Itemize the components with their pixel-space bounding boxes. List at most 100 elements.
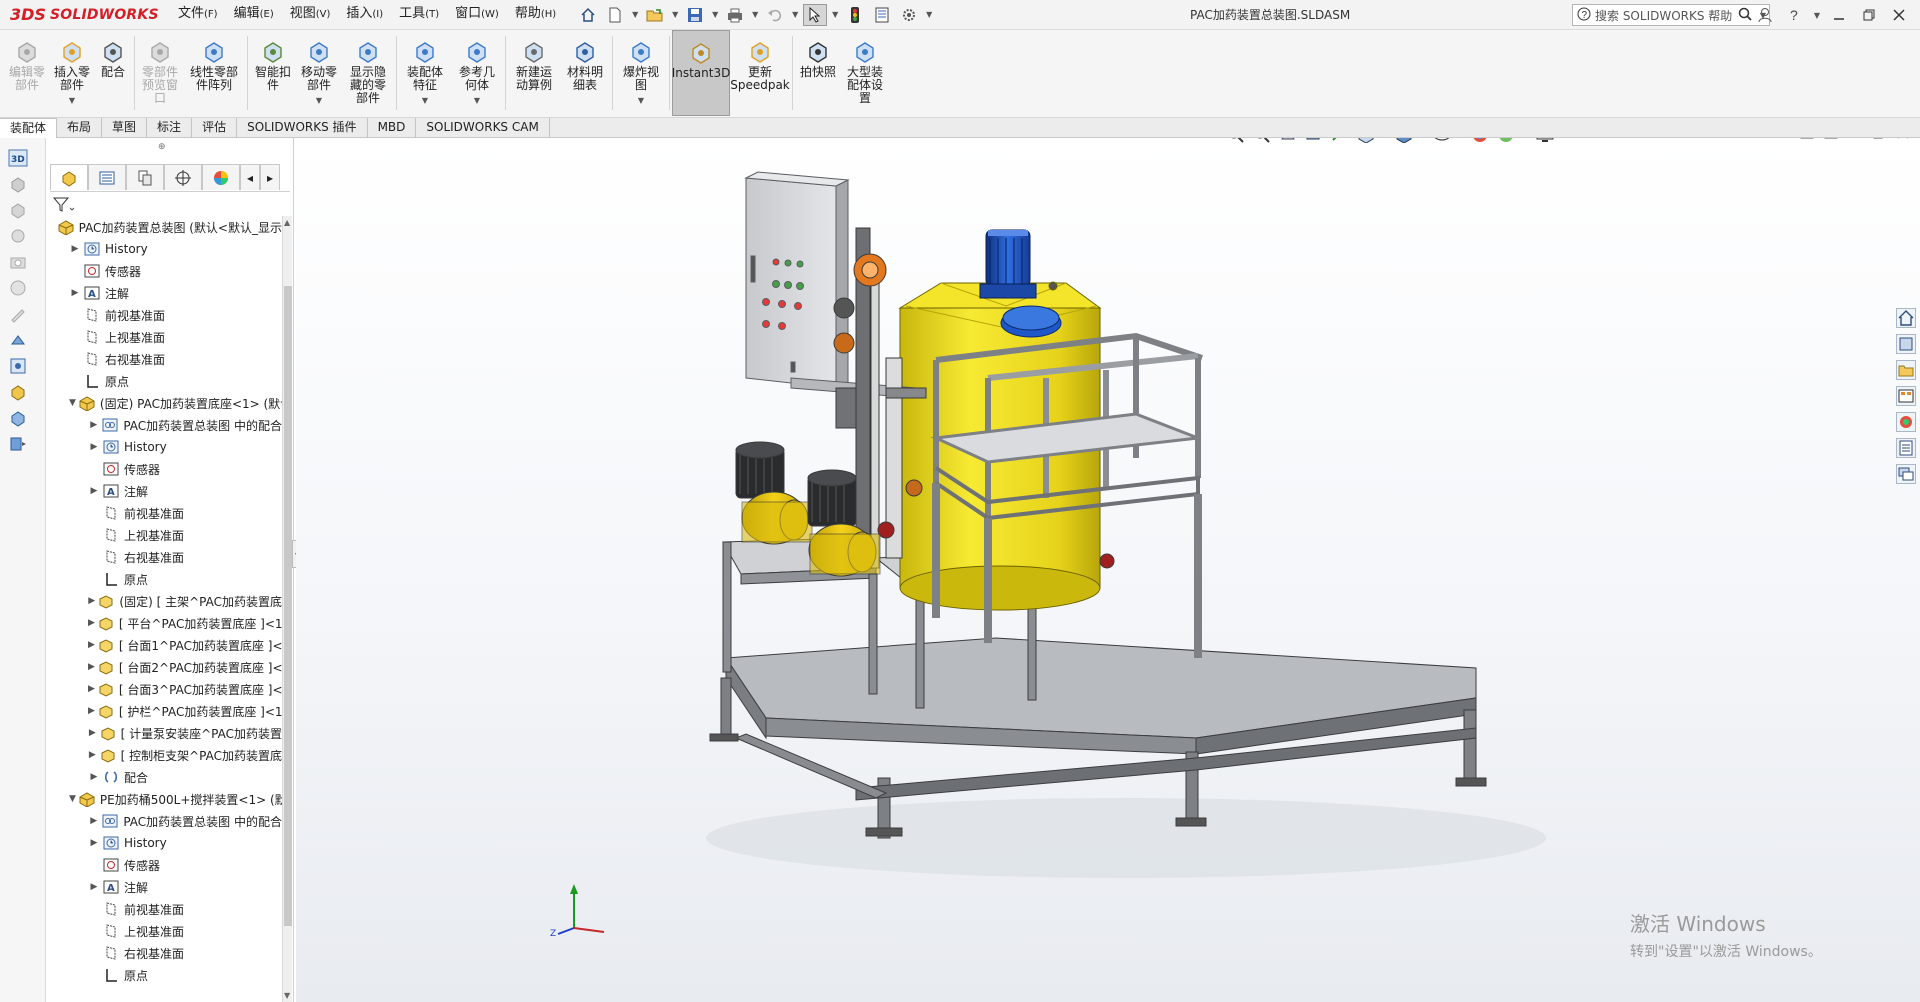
ribbon-button-7[interactable]: 显示隐 藏的零 部件 [342, 30, 394, 116]
tab-7[interactable]: SOLIDWORKS CAM [416, 118, 550, 138]
tree-item[interactable]: ▶ A 注解 [46, 876, 282, 898]
rebuild-traffic-light-icon[interactable] [843, 4, 867, 26]
scroll-up-icon[interactable]: ▲ [284, 218, 290, 227]
configuration-manager-tab-icon[interactable] [126, 164, 164, 190]
tree-item[interactable]: 原点 [46, 568, 282, 590]
assembly-model-render[interactable]: Z [296, 138, 1920, 1002]
design-library-pane-icon[interactable] [1896, 334, 1916, 354]
expand-right-icon[interactable]: ▶ [88, 618, 95, 628]
menu-item-1[interactable]: 编辑(E) [226, 0, 282, 30]
open-folder-icon[interactable] [643, 4, 667, 26]
solidworks-resources-home-icon[interactable] [1896, 308, 1916, 328]
scroll-down-icon[interactable]: ▼ [284, 991, 290, 1000]
tree-item[interactable]: 传感器 [46, 458, 282, 480]
expand-right-icon[interactable]: ▶ [88, 772, 100, 782]
chevron-down-icon[interactable]: ▼ [630, 10, 640, 19]
tree-item[interactable]: 前视基准面 [46, 898, 282, 920]
tab-scroll-left-icon[interactable]: ◂ [240, 164, 260, 190]
expand-right-icon[interactable]: ▶ [69, 244, 81, 254]
pane-grip-icon[interactable]: ⊕ [158, 142, 166, 152]
expand-right-icon[interactable]: ▶ [69, 288, 81, 298]
home-icon[interactable] [576, 4, 600, 26]
tree-item[interactable]: 上视基准面 [46, 920, 282, 942]
expand-right-icon[interactable]: ▶ [88, 750, 97, 760]
tree-item[interactable]: ▶ History [46, 832, 282, 854]
chevron-down-icon[interactable]: ▼ [69, 94, 75, 107]
ribbon-button-13[interactable]: Instant3D [672, 30, 730, 116]
ribbon-button-10[interactable]: 新建运 动算例 [508, 30, 560, 116]
menu-item-6[interactable]: 帮助(H) [507, 0, 564, 30]
ribbon-button-11[interactable]: 材料明 细表 [560, 30, 610, 116]
forum-pane-icon[interactable] [1896, 464, 1916, 484]
expand-down-icon[interactable]: ▼ [69, 794, 76, 804]
ribbon-button-1[interactable]: 插入零 部件 ▼ [50, 30, 94, 116]
options-gear-icon[interactable] [897, 4, 921, 26]
expand-right-icon[interactable]: ▶ [88, 706, 95, 716]
chevron-down-icon[interactable]: ▼ [474, 94, 480, 107]
tree-item[interactable]: ▶ [ 台面1^PAC加药装置底座 ]< [46, 634, 282, 656]
mate-gray-icon[interactable] [8, 226, 28, 246]
display-manager-tab-icon[interactable] [202, 164, 240, 190]
ribbon-button-14[interactable]: 更新 Speedpak [730, 30, 790, 116]
tree-item[interactable]: 原点 [46, 964, 282, 986]
expand-right-icon[interactable]: ▶ [88, 420, 99, 430]
minimize-icon[interactable] [1826, 4, 1852, 26]
filter-icon[interactable] [52, 196, 82, 216]
ribbon-button-15[interactable]: 拍快照 [795, 30, 841, 116]
tab-6[interactable]: MBD [368, 118, 417, 138]
tree-item[interactable]: PAC加药装置总装图 (默认<默认_显示 [46, 216, 282, 238]
tree-item[interactable]: 原点 [46, 370, 282, 392]
tree-item[interactable]: ▶ History [46, 238, 282, 260]
tree-item[interactable]: ▶ A 注解 [46, 282, 282, 304]
undo-icon[interactable] [763, 4, 787, 26]
featuremanager-tree-tab-icon[interactable] [50, 164, 88, 190]
tab-3[interactable]: 标注 [147, 118, 193, 138]
restore-icon[interactable] [1856, 4, 1882, 26]
menu-item-4[interactable]: 工具(T) [391, 0, 447, 30]
expand-right-icon[interactable]: ▶ [88, 816, 99, 826]
expand-right-icon[interactable]: ▶ [88, 882, 100, 892]
tree-item[interactable]: ▶ [ 台面3^PAC加药装置底座 ]< [46, 678, 282, 700]
part-blue-icon[interactable] [8, 408, 28, 428]
tab-scroll-right-icon[interactable]: ▸ [260, 164, 280, 190]
tree-item[interactable]: 右视基准面 [46, 348, 282, 370]
chevron-down-icon[interactable]: ▼ [1812, 11, 1822, 20]
pencil-gray-icon[interactable] [8, 304, 28, 324]
ribbon-button-8[interactable]: 装配体 特征 ▼ [399, 30, 451, 116]
assembly-gray-icon[interactable] [8, 200, 28, 220]
menu-item-5[interactable]: 窗口(W) [447, 0, 507, 30]
graphics-area[interactable]: ▼ ▼ ▼ ▼ ▼ [296, 138, 1920, 1002]
expand-right-icon[interactable]: ▶ [88, 684, 95, 694]
tree-item[interactable]: ▶ (固定) [ 主架^PAC加药装置底 [46, 590, 282, 612]
menu-item-0[interactable]: 文件(F) [170, 0, 226, 30]
chevron-down-icon[interactable]: ▼ [670, 10, 680, 19]
ribbon-button-0[interactable]: 编辑零 部件 [4, 30, 50, 116]
tab-5[interactable]: SOLIDWORKS 插件 [237, 118, 368, 138]
custom-properties-pane-icon[interactable] [1896, 438, 1916, 458]
expand-down-icon[interactable]: ▼ [69, 398, 76, 408]
chevron-down-icon[interactable]: ▼ [750, 10, 760, 19]
chevron-down-icon[interactable]: ▼ [830, 10, 840, 19]
solidworks-logo[interactable]: 3DS SOLIDWORKS [0, 0, 170, 30]
view-palette-pane-icon[interactable] [1896, 386, 1916, 406]
chevron-down-icon[interactable]: ▼ [710, 10, 720, 19]
search-icon[interactable] [1738, 7, 1752, 24]
camera-gray-icon[interactable] [8, 252, 28, 272]
ribbon-button-6[interactable]: 移动零 部件 ▼ [296, 30, 342, 116]
display-pane-icon[interactable] [8, 356, 28, 376]
tree-item[interactable]: 右视基准面 [46, 942, 282, 964]
save-icon[interactable] [683, 4, 707, 26]
close-icon[interactable] [1886, 4, 1912, 26]
tree-item[interactable]: ▼ PE加药桶500L+搅拌装置<1> (默认 [46, 788, 282, 810]
ribbon-button-2[interactable]: 配合 [94, 30, 132, 116]
file-properties-icon[interactable] [870, 4, 894, 26]
expand-right-icon[interactable]: ▶ [88, 640, 95, 650]
expand-right-icon[interactable]: ▶ [88, 662, 95, 672]
scrollbar-thumb[interactable] [284, 286, 292, 926]
tab-4[interactable]: 评估 [192, 118, 238, 138]
chevron-down-icon[interactable]: ▼ [316, 94, 322, 107]
tree-item[interactable]: ▶ [ 控制柜支架^PAC加药装置底 [46, 744, 282, 766]
design-library-icon[interactable] [8, 434, 28, 454]
ribbon-button-3[interactable]: 零部件 预览窗 口 [137, 30, 183, 116]
tree-item[interactable]: ▼ (固定) PAC加药装置底座<1> (默认 [46, 392, 282, 414]
